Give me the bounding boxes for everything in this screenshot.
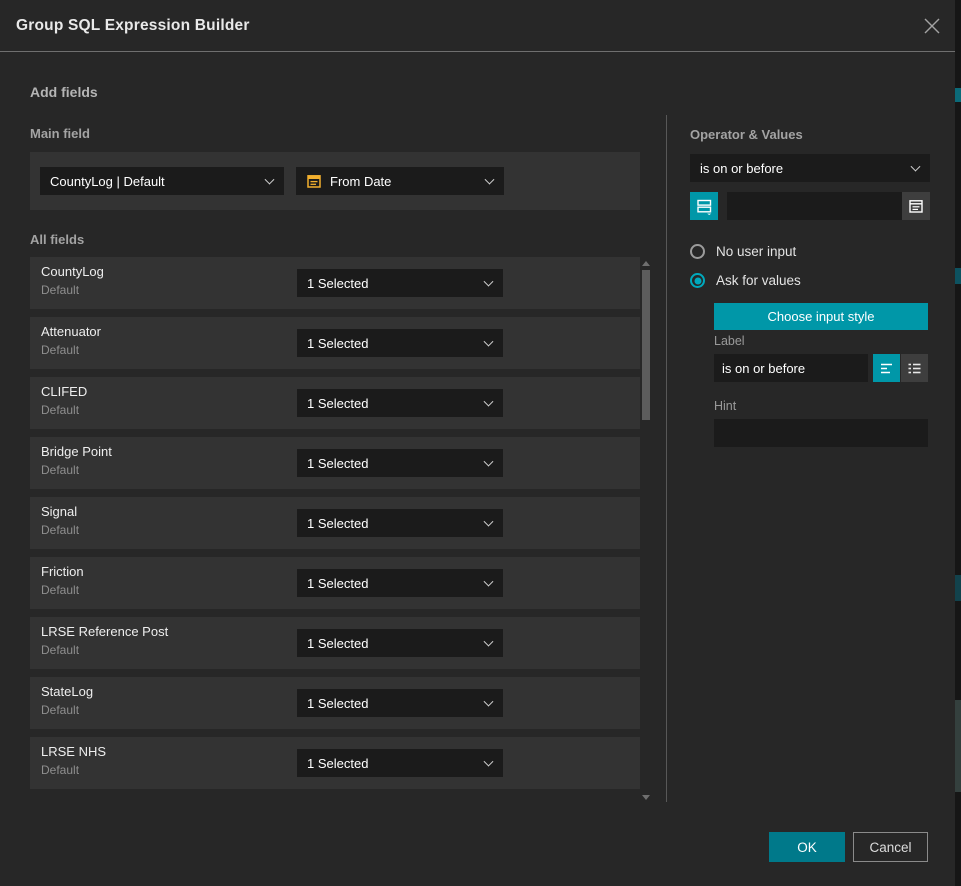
table-row: StateLog Default 1 Selected [30, 677, 640, 729]
hint-input[interactable] [714, 419, 928, 447]
group-sql-expression-builder-dialog: Group SQL Expression Builder Add fields … [0, 0, 955, 886]
field-selected-value: 1 Selected [307, 456, 368, 471]
field-subtitle: Default [41, 703, 79, 717]
field-selected-dropdown[interactable]: 1 Selected [297, 569, 503, 597]
field-subtitle: Default [41, 283, 79, 297]
operator-select[interactable]: is on or before [690, 154, 930, 182]
field-selected-value: 1 Selected [307, 696, 368, 711]
all-fields-label: All fields [30, 232, 84, 247]
field-selected-value: 1 Selected [307, 276, 368, 291]
table-row: CountyLog Default 1 Selected [30, 257, 640, 309]
table-row: Bridge Point Default 1 Selected [30, 437, 640, 489]
background-fragment [955, 268, 961, 284]
field-subtitle: Default [41, 463, 79, 477]
cancel-button[interactable]: Cancel [853, 832, 928, 862]
date-picker-button[interactable] [902, 192, 930, 220]
field-selected-value: 1 Selected [307, 636, 368, 651]
radio-icon [690, 273, 705, 288]
table-row: Friction Default 1 Selected [30, 557, 640, 609]
ok-button[interactable]: OK [769, 832, 845, 862]
field-name: Bridge Point [41, 444, 112, 459]
main-layer-select[interactable]: CountyLog | Default [40, 167, 284, 195]
field-selected-value: 1 Selected [307, 396, 368, 411]
radio-no-user-input[interactable]: No user input [690, 244, 796, 259]
field-selected-dropdown[interactable]: 1 Selected [297, 629, 503, 657]
list-scrollbar [641, 257, 651, 802]
bulleted-list-icon [907, 361, 922, 376]
radio-label: Ask for values [716, 273, 801, 288]
background-sliver [955, 0, 961, 886]
input-type-toggle-button[interactable] [690, 192, 718, 220]
background-fragment [955, 88, 961, 102]
radio-icon [690, 244, 705, 259]
field-subtitle: Default [41, 763, 79, 777]
field-selected-dropdown[interactable]: 1 Selected [297, 449, 503, 477]
field-selected-value: 1 Selected [307, 516, 368, 531]
field-selected-value: 1 Selected [307, 336, 368, 351]
label-field-label: Label [714, 334, 745, 348]
dialog-title: Group SQL Expression Builder [16, 0, 250, 52]
scrollbar-down-arrow-icon[interactable] [642, 795, 650, 800]
label-input[interactable] [714, 354, 868, 382]
table-row: CLIFED Default 1 Selected [30, 377, 640, 429]
single-line-style-button[interactable] [873, 354, 900, 382]
dialog-titlebar: Group SQL Expression Builder [0, 0, 955, 52]
field-selected-dropdown[interactable]: 1 Selected [297, 389, 503, 417]
main-field-select-value: From Date [330, 174, 391, 189]
list-style-button[interactable] [901, 354, 928, 382]
operator-values-heading: Operator & Values [690, 127, 803, 142]
field-selected-dropdown[interactable]: 1 Selected [297, 749, 503, 777]
radio-label: No user input [716, 244, 796, 259]
all-fields-list: CountyLog Default 1 Selected Attenuator … [30, 257, 640, 797]
field-name: LRSE NHS [41, 744, 106, 759]
field-selected-dropdown[interactable]: 1 Selected [297, 509, 503, 537]
label-input-row [714, 354, 928, 382]
align-left-icon [879, 361, 894, 376]
calendar-icon [306, 173, 322, 189]
background-fragment [955, 575, 961, 601]
field-name: Attenuator [41, 324, 101, 339]
table-row: LRSE Reference Post Default 1 Selected [30, 617, 640, 669]
main-field-select[interactable]: From Date [296, 167, 504, 195]
value-input-row [690, 192, 930, 220]
scrollbar-up-arrow-icon[interactable] [642, 261, 650, 266]
add-fields-heading: Add fields [30, 84, 98, 100]
field-subtitle: Default [41, 583, 79, 597]
close-icon[interactable] [922, 16, 942, 36]
date-value-input[interactable] [727, 192, 902, 220]
field-selected-dropdown[interactable]: 1 Selected [297, 329, 503, 357]
field-selected-value: 1 Selected [307, 576, 368, 591]
field-subtitle: Default [41, 523, 79, 537]
background-fragment [955, 700, 961, 792]
main-layer-select-value: CountyLog | Default [50, 174, 165, 189]
field-selected-dropdown[interactable]: 1 Selected [297, 689, 503, 717]
choose-input-style-button[interactable]: Choose input style [714, 303, 928, 330]
main-field-label: Main field [30, 126, 90, 141]
main-field-panel: CountyLog | Default From Date [30, 152, 640, 210]
field-selected-dropdown[interactable]: 1 Selected [297, 269, 503, 297]
field-subtitle: Default [41, 643, 79, 657]
panel-divider [666, 115, 667, 802]
table-row: Attenuator Default 1 Selected [30, 317, 640, 369]
field-name: CLIFED [41, 384, 87, 399]
hint-field-label: Hint [714, 399, 736, 413]
field-name: StateLog [41, 684, 93, 699]
scrollbar-thumb[interactable] [642, 270, 650, 420]
field-name: Friction [41, 564, 84, 579]
radio-ask-for-values[interactable]: Ask for values [690, 273, 801, 288]
field-name: LRSE Reference Post [41, 624, 168, 639]
field-subtitle: Default [41, 403, 79, 417]
field-name: Signal [41, 504, 77, 519]
field-subtitle: Default [41, 343, 79, 357]
field-name: CountyLog [41, 264, 104, 279]
table-row: LRSE NHS Default 1 Selected [30, 737, 640, 789]
calendar-icon [908, 198, 924, 214]
table-row: Signal Default 1 Selected [30, 497, 640, 549]
field-selected-value: 1 Selected [307, 756, 368, 771]
stacked-values-icon [696, 198, 713, 215]
operator-select-value: is on or before [700, 161, 783, 176]
